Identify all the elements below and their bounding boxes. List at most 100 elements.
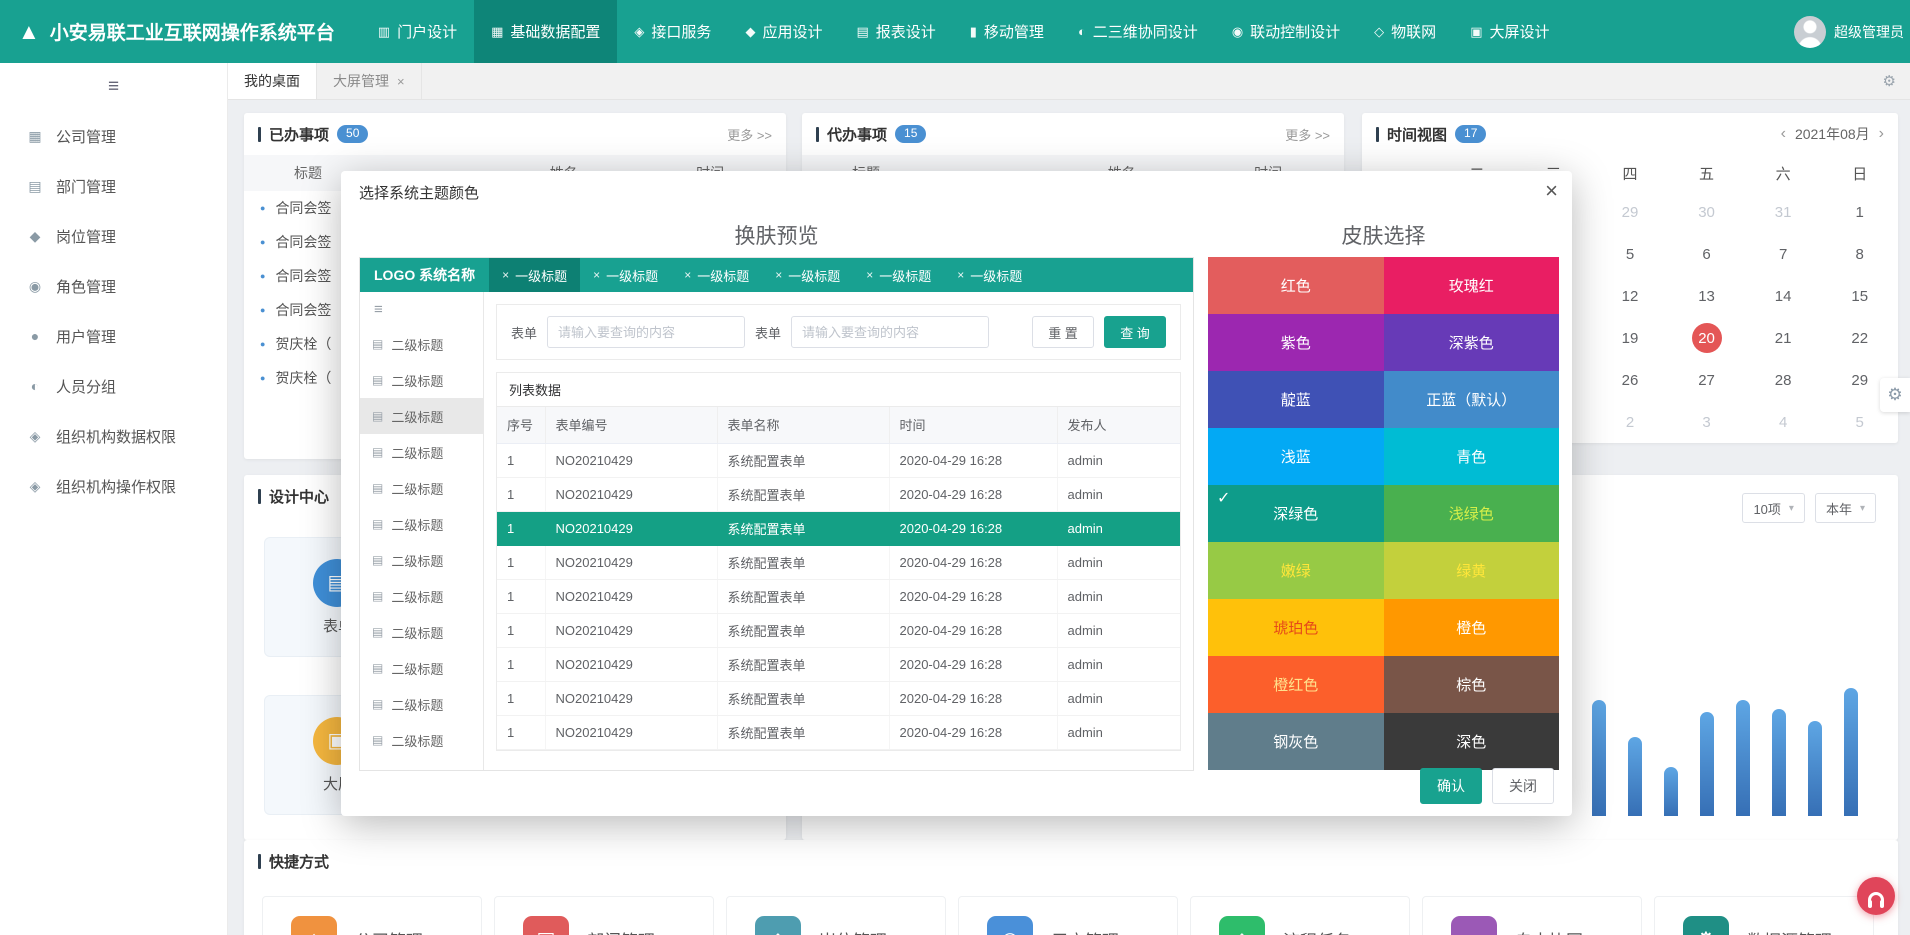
nav-item-7[interactable]: ◐二三维协同设计 (1061, 0, 1215, 63)
preview-menu-item-1[interactable]: ▤二级标题 (360, 326, 483, 362)
nav-item-3[interactable]: ◈接口服务 (617, 0, 728, 63)
calendar-cell[interactable]: 29 (1592, 191, 1669, 233)
prev-month-icon[interactable]: ‹ (1781, 125, 1786, 143)
confirm-button[interactable]: 确认 (1420, 768, 1482, 804)
settings-handle-button[interactable]: ⚙ (1880, 378, 1910, 412)
table-row[interactable]: 1NO20210429系统配置表单2020-04-29 16:28admin (497, 545, 1180, 579)
calendar-cell[interactable]: 19 (1592, 317, 1669, 359)
calendar-cell[interactable]: 2 (1592, 401, 1669, 443)
calendar-cell[interactable]: 27 (1668, 359, 1745, 401)
sidebar-item-2[interactable]: ▤部门管理 (0, 161, 227, 211)
skin-swatch-2[interactable]: 玫瑰红 (1384, 257, 1560, 314)
preview-menu-item-7[interactable]: ▤二级标题 (360, 542, 483, 578)
table-row[interactable]: 1NO20210429系统配置表单2020-04-29 16:28admin (497, 477, 1180, 511)
tab-options-button[interactable]: ⚙ (1869, 63, 1910, 99)
sidebar-item-5[interactable]: ●用户管理 (0, 311, 227, 361)
support-button[interactable] (1857, 877, 1895, 915)
nav-item-9[interactable]: ◇物联网 (1357, 0, 1453, 63)
tab-2[interactable]: 大屏管理× (317, 63, 422, 99)
preview-menu-item-11[interactable]: ▤二级标题 (360, 686, 483, 722)
quick-link-1[interactable]: ⌂公司管理 (262, 896, 482, 935)
nav-item-2[interactable]: ▦基础数据配置 (474, 0, 617, 63)
skin-swatch-11[interactable]: 嫩绿 (1208, 542, 1384, 599)
more-link[interactable]: 更多 >> (727, 125, 772, 144)
nav-item-6[interactable]: ▮移动管理 (953, 0, 1061, 63)
skin-swatch-10[interactable]: 浅绿色 (1384, 485, 1560, 542)
skin-swatch-17[interactable]: 钢灰色 (1208, 713, 1384, 770)
filter-select-1[interactable]: 10项▾ (1742, 493, 1805, 523)
nav-item-8[interactable]: ◉联动控制设计 (1215, 0, 1357, 63)
calendar-cell[interactable]: 6 (1668, 233, 1745, 275)
quick-link-5[interactable]: ◈流程任务 (1190, 896, 1410, 935)
skin-swatch-15[interactable]: 橙红色 (1208, 656, 1384, 713)
sidebar-item-8[interactable]: ◈组织机构操作权限 (0, 461, 227, 511)
preview-menu-item-5[interactable]: ▤二级标题 (360, 470, 483, 506)
table-row[interactable]: 1NO20210429系统配置表单2020-04-29 16:28admin (497, 613, 1180, 647)
table-row[interactable]: 1NO20210429系统配置表单2020-04-29 16:28admin (497, 443, 1180, 477)
sidebar-item-6[interactable]: ◐人员分组 (0, 361, 227, 411)
calendar-cell[interactable]: 21 (1745, 317, 1822, 359)
sidebar-collapse-button[interactable]: ≡ (0, 63, 227, 111)
skin-swatch-5[interactable]: 靛蓝 (1208, 371, 1384, 428)
skin-swatch-13[interactable]: 琥珀色 (1208, 599, 1384, 656)
preview-tab-2[interactable]: ×一级标题 (580, 258, 671, 292)
skin-swatch-9[interactable]: ✓深绿色 (1208, 485, 1384, 542)
preview-tab-5[interactable]: ×一级标题 (853, 258, 944, 292)
nav-item-10[interactable]: ▣大屏设计 (1453, 0, 1566, 63)
preview-menu-item-6[interactable]: ▤二级标题 (360, 506, 483, 542)
query-input-2[interactable] (791, 316, 989, 348)
table-row[interactable]: 1NO20210429系统配置表单2020-04-29 16:28admin (497, 511, 1180, 545)
preview-menu-item-9[interactable]: ▤二级标题 (360, 614, 483, 650)
calendar-cell[interactable]: 15 (1821, 275, 1898, 317)
preview-tab-3[interactable]: ×一级标题 (671, 258, 762, 292)
quick-link-3[interactable]: ◆岗位管理 (726, 896, 946, 935)
tab-close-icon[interactable]: × (397, 74, 405, 89)
nav-item-5[interactable]: ▤报表设计 (839, 0, 952, 63)
skin-swatch-7[interactable]: 浅蓝 (1208, 428, 1384, 485)
calendar-cell[interactable]: 1 (1821, 191, 1898, 233)
search-button[interactable]: 查 询 (1104, 316, 1166, 348)
next-month-icon[interactable]: › (1879, 125, 1884, 143)
close-button[interactable]: 关闭 (1492, 768, 1554, 804)
calendar-cell[interactable]: 12 (1592, 275, 1669, 317)
sidebar-item-4[interactable]: ◉角色管理 (0, 261, 227, 311)
preview-menu-item-10[interactable]: ▤二级标题 (360, 650, 483, 686)
calendar-cell[interactable]: 30 (1668, 191, 1745, 233)
calendar-cell[interactable]: 31 (1745, 191, 1822, 233)
calendar-cell[interactable]: 20 (1668, 317, 1745, 359)
preview-menu-item-3[interactable]: ▤二级标题 (360, 398, 483, 434)
sidebar-item-1[interactable]: ▦公司管理 (0, 111, 227, 161)
tab-1[interactable]: 我的桌面 (228, 63, 317, 99)
quick-link-4[interactable]: ◉用户管理 (958, 896, 1178, 935)
preview-tab-4[interactable]: ×一级标题 (762, 258, 853, 292)
skin-swatch-6[interactable]: 正蓝（默认） (1384, 371, 1560, 428)
skin-swatch-1[interactable]: 红色 (1208, 257, 1384, 314)
calendar-cell[interactable]: 26 (1592, 359, 1669, 401)
reset-button[interactable]: 重 置 (1032, 316, 1094, 348)
nav-item-1[interactable]: ▥门户设计 (361, 0, 474, 63)
skin-swatch-3[interactable]: 紫色 (1208, 314, 1384, 371)
calendar-cell[interactable]: 22 (1821, 317, 1898, 359)
preview-tab-6[interactable]: ×一级标题 (944, 258, 1035, 292)
skin-swatch-12[interactable]: 绿黄 (1384, 542, 1560, 599)
nav-item-4[interactable]: ◆应用设计 (728, 0, 839, 63)
calendar-cell[interactable]: 13 (1668, 275, 1745, 317)
preview-menu-item-4[interactable]: ▤二级标题 (360, 434, 483, 470)
quick-link-6[interactable]: ◐自由协同 (1422, 896, 1642, 935)
table-row[interactable]: 1NO20210429系统配置表单2020-04-29 16:28admin (497, 681, 1180, 715)
sidebar-item-3[interactable]: ◆岗位管理 (0, 211, 227, 261)
preview-menu-item-2[interactable]: ▤二级标题 (360, 362, 483, 398)
preview-tab-1[interactable]: ×一级标题 (489, 258, 580, 292)
skin-swatch-14[interactable]: 橙色 (1384, 599, 1560, 656)
sidebar-item-7[interactable]: ◈组织机构数据权限 (0, 411, 227, 461)
calendar-cell[interactable]: 3 (1668, 401, 1745, 443)
skin-swatch-4[interactable]: 深紫色 (1384, 314, 1560, 371)
preview-menu-item-8[interactable]: ▤二级标题 (360, 578, 483, 614)
skin-swatch-16[interactable]: 棕色 (1384, 656, 1560, 713)
quick-link-2[interactable]: ▤部门管理 (494, 896, 714, 935)
skin-swatch-8[interactable]: 青色 (1384, 428, 1560, 485)
user-menu[interactable]: 超级管理员 (1794, 0, 1910, 63)
calendar-cell[interactable]: 28 (1745, 359, 1822, 401)
calendar-cell[interactable]: 14 (1745, 275, 1822, 317)
preview-menu-item-12[interactable]: ▤二级标题 (360, 722, 483, 758)
